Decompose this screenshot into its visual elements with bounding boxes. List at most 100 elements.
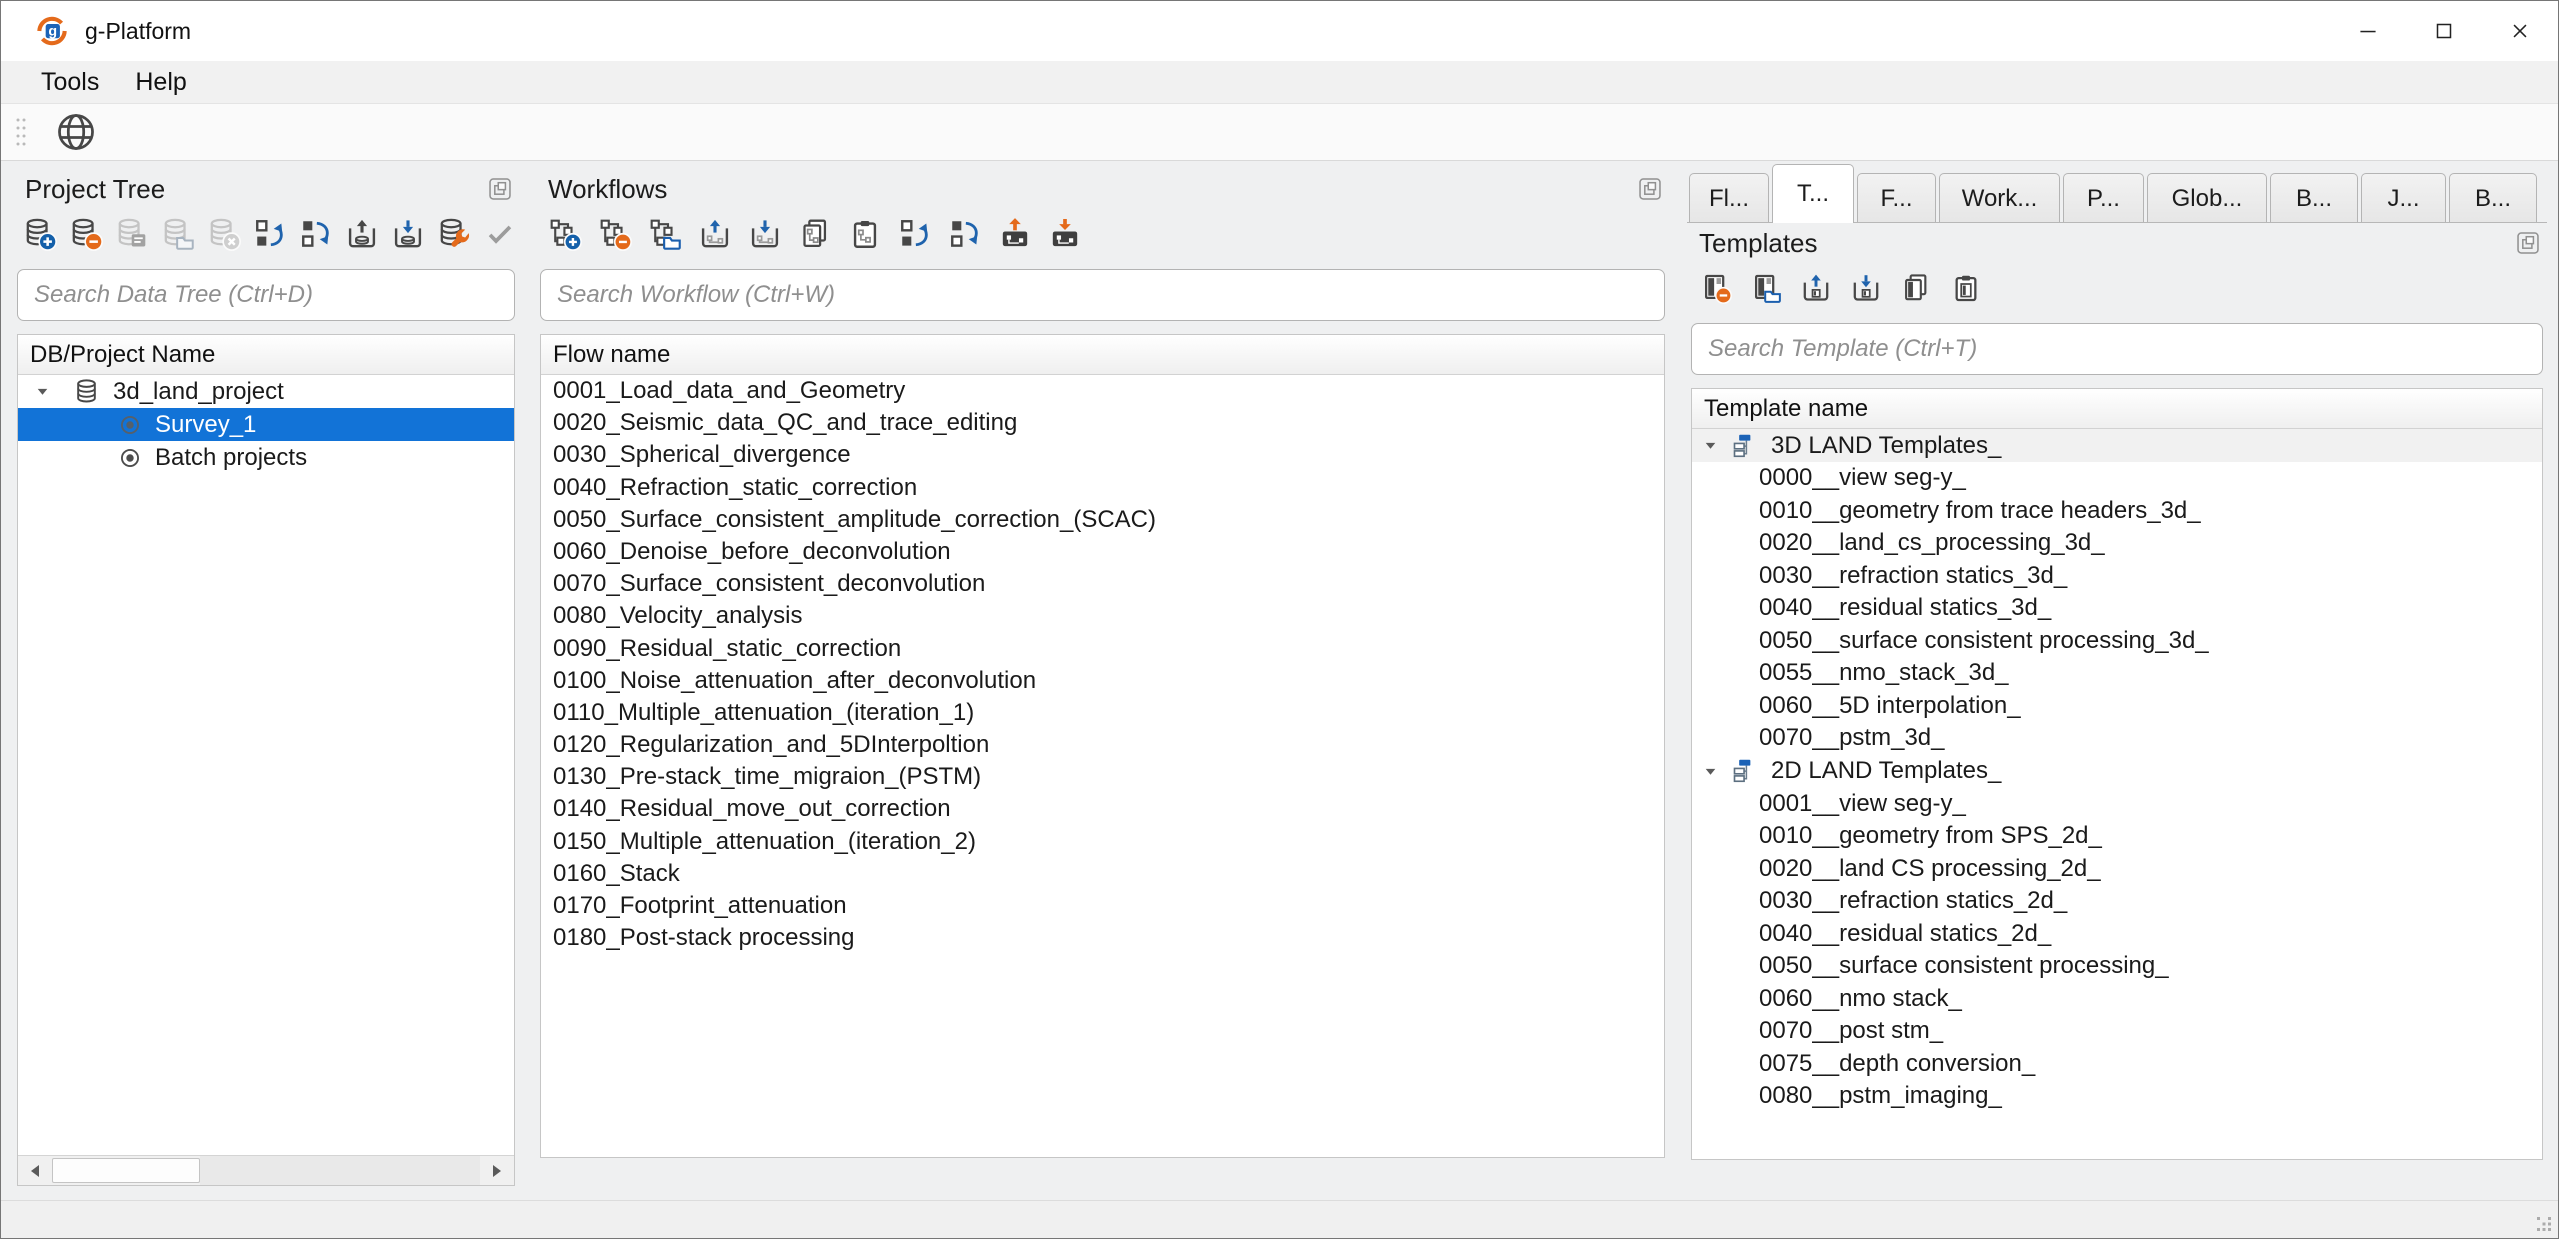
- toolbar-drag-handle[interactable]: [13, 112, 29, 152]
- redo-button[interactable]: [297, 212, 335, 256]
- undo-button[interactable]: [894, 212, 936, 256]
- search-workflow-input[interactable]: [540, 269, 1665, 321]
- template-row[interactable]: 0040__residual statics_3d_: [1692, 592, 2542, 625]
- scrollbar-track[interactable]: [200, 1156, 480, 1185]
- expander-icon[interactable]: [1702, 437, 1719, 454]
- flow-row[interactable]: 0040_Refraction_static_correction: [541, 472, 1664, 504]
- template-row[interactable]: 0030__refraction statics_2d_: [1692, 885, 2542, 918]
- undo-button[interactable]: [251, 212, 289, 256]
- export-template-button[interactable]: [1795, 266, 1837, 310]
- redo-button[interactable]: [944, 212, 986, 256]
- tree-row-survey-1[interactable]: Survey_1: [18, 408, 514, 441]
- float-panel-icon[interactable]: [1637, 176, 1663, 202]
- expander-icon[interactable]: [34, 383, 51, 400]
- flow-row[interactable]: 0080_Velocity_analysis: [541, 600, 1664, 632]
- apply-check-button[interactable]: [481, 212, 519, 256]
- flow-row[interactable]: 0170_Footprint_attenuation: [541, 890, 1664, 922]
- template-row[interactable]: 0055__nmo_stack_3d_: [1692, 657, 2542, 690]
- template-name-column-header[interactable]: Template name: [1692, 389, 2542, 429]
- flow-row[interactable]: 0070_Surface_consistent_deconvolution: [541, 568, 1664, 600]
- import-database-button[interactable]: [343, 212, 381, 256]
- scroll-right-button[interactable]: [480, 1156, 514, 1185]
- menu-help[interactable]: Help: [135, 68, 186, 97]
- resize-grip-icon[interactable]: [2537, 1217, 2553, 1233]
- flow-row[interactable]: 0050_Surface_consistent_amplitude_correc…: [541, 504, 1664, 536]
- template-row[interactable]: 0050__surface consistent processing_3d_: [1692, 625, 2542, 658]
- export-database-button[interactable]: [389, 212, 427, 256]
- tab-flows[interactable]: Fl...: [1689, 173, 1769, 223]
- template-row[interactable]: 0075__depth conversion_: [1692, 1048, 2542, 1081]
- template-row[interactable]: 0010__geometry from SPS_2d_: [1692, 820, 2542, 853]
- flow-row[interactable]: 0130_Pre-stack_time_migraion_(PSTM): [541, 761, 1664, 793]
- tab-b1[interactable]: B...: [2270, 173, 2358, 223]
- export-workflow-button[interactable]: [694, 212, 736, 256]
- template-group-3d-land[interactable]: 3D LAND Templates_: [1692, 429, 2542, 462]
- flow-row[interactable]: 0090_Residual_static_correction: [541, 633, 1664, 665]
- open-workflow-button[interactable]: [644, 212, 686, 256]
- template-row[interactable]: 0070__pstm_3d_: [1692, 722, 2542, 755]
- close-button[interactable]: [2482, 1, 2558, 61]
- minimize-button[interactable]: [2330, 1, 2406, 61]
- scroll-left-button[interactable]: [18, 1156, 52, 1185]
- maximize-button[interactable]: [2406, 1, 2482, 61]
- template-row[interactable]: 0020__land CS processing_2d_: [1692, 853, 2542, 886]
- template-row[interactable]: 0050__surface consistent processing_: [1692, 950, 2542, 983]
- tree-row-batch-projects[interactable]: Batch projects: [18, 441, 514, 474]
- database-tools-button[interactable]: [435, 212, 473, 256]
- flow-row[interactable]: 0180_Post-stack processing: [541, 922, 1664, 954]
- template-row[interactable]: 0040__residual statics_2d_: [1692, 918, 2542, 951]
- flow-row[interactable]: 0060_Denoise_before_deconvolution: [541, 536, 1664, 568]
- open-template-button[interactable]: [1745, 266, 1787, 310]
- flow-row[interactable]: 0120_Regularization_and_5DInterpoltion: [541, 729, 1664, 761]
- tree-row-root[interactable]: 3d_land_project: [18, 375, 514, 408]
- remove-database-button[interactable]: [67, 212, 105, 256]
- template-row[interactable]: 0060__nmo stack_: [1692, 983, 2542, 1016]
- tab-p[interactable]: P...: [2063, 173, 2144, 223]
- remove-template-button[interactable]: [1695, 266, 1737, 310]
- paste-workflow-button[interactable]: [844, 212, 886, 256]
- expander-icon[interactable]: [1702, 763, 1719, 780]
- commit-workflow-button[interactable]: [994, 212, 1036, 256]
- add-database-button[interactable]: [21, 212, 59, 256]
- flow-row[interactable]: 0030_Spherical_divergence: [541, 439, 1664, 471]
- tab-f[interactable]: F...: [1857, 173, 1936, 223]
- flow-row[interactable]: 0001_Load_data_and_Geometry: [541, 375, 1664, 407]
- import-workflow-button[interactable]: [744, 212, 786, 256]
- float-panel-icon[interactable]: [487, 176, 513, 202]
- tab-templates[interactable]: T...: [1772, 164, 1854, 223]
- fetch-workflow-button[interactable]: [1044, 212, 1086, 256]
- tab-work[interactable]: Work...: [1939, 173, 2060, 223]
- template-row[interactable]: 0001__view seg-y_: [1692, 788, 2542, 821]
- template-row[interactable]: 0030__refraction statics_3d_: [1692, 560, 2542, 593]
- flow-row[interactable]: 0110_Multiple_attenuation_(iteration_1): [541, 697, 1664, 729]
- paste-template-button[interactable]: [1945, 266, 1987, 310]
- copy-workflow-button[interactable]: [794, 212, 836, 256]
- template-row[interactable]: 0070__post stm_: [1692, 1015, 2542, 1048]
- template-row[interactable]: 0080__pstm_imaging_: [1692, 1080, 2542, 1113]
- search-template-input[interactable]: [1691, 323, 2543, 375]
- template-row[interactable]: 0010__geometry from trace headers_3d_: [1692, 495, 2542, 528]
- search-data-tree-input[interactable]: [17, 269, 515, 321]
- scrollbar-thumb[interactable]: [52, 1158, 200, 1183]
- flow-row[interactable]: 0100_Noise_attenuation_after_deconvoluti…: [541, 665, 1664, 697]
- float-panel-icon[interactable]: [2515, 230, 2541, 256]
- remove-workflow-button[interactable]: [594, 212, 636, 256]
- globe-button[interactable]: [51, 107, 101, 157]
- template-row[interactable]: 0060__5D interpolation_: [1692, 690, 2542, 723]
- tab-b2[interactable]: B...: [2449, 173, 2537, 223]
- template-row[interactable]: 0020__land_cs_processing_3d_: [1692, 527, 2542, 560]
- template-row[interactable]: 0000__view seg-y_: [1692, 462, 2542, 495]
- menu-tools[interactable]: Tools: [41, 68, 99, 97]
- horizontal-scrollbar[interactable]: [18, 1155, 514, 1185]
- project-tree-column-header[interactable]: DB/Project Name: [18, 335, 514, 375]
- import-template-button[interactable]: [1845, 266, 1887, 310]
- tab-j[interactable]: J...: [2361, 173, 2446, 223]
- add-workflow-button[interactable]: [544, 212, 586, 256]
- template-group-2d-land[interactable]: 2D LAND Templates_: [1692, 755, 2542, 788]
- tab-global[interactable]: Glob...: [2147, 173, 2267, 223]
- flow-row[interactable]: 0150_Multiple_attenuation_(iteration_2): [541, 826, 1664, 858]
- flow-row[interactable]: 0140_Residual_move_out_correction: [541, 793, 1664, 825]
- flow-row[interactable]: 0020_Seismic_data_QC_and_trace_editing: [541, 407, 1664, 439]
- flow-row[interactable]: 0160_Stack: [541, 858, 1664, 890]
- flow-name-column-header[interactable]: Flow name: [541, 335, 1664, 375]
